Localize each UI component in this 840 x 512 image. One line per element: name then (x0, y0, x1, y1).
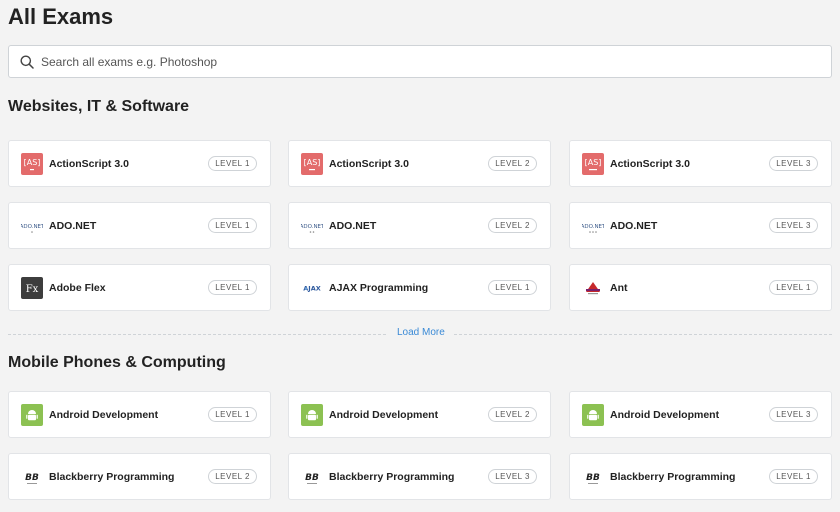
exam-card-title: ActionScript 3.0 (329, 157, 409, 170)
level-badge: LEVEL 1 (769, 469, 818, 484)
level-badge: LEVEL 2 (488, 407, 537, 422)
exam-card-title: ADO.NET (49, 219, 97, 232)
ant-logo-icon (582, 276, 604, 299)
exam-card-title: Blackberry Programming (49, 470, 175, 483)
exam-card[interactable]: AJAX AJAX Programming LEVEL 1 (288, 264, 551, 311)
level-badge: LEVEL 1 (488, 280, 537, 295)
adobe-flex-logo-icon: Fx (21, 276, 43, 299)
exam-card[interactable]: Android Development LEVEL 3 (569, 391, 832, 438)
actionscript-logo-icon: [AS] (21, 152, 43, 175)
exam-card-title: Ant (610, 281, 628, 294)
ajax-logo-icon: AJAX (301, 276, 323, 299)
exam-card-title: AJAX Programming (329, 281, 429, 294)
exam-card[interactable]: Android Development LEVEL 1 (8, 391, 271, 438)
svg-text:[AS]: [AS] (585, 158, 602, 167)
exam-card[interactable]: [AS] ActionScript 3.0 LEVEL 3 (569, 140, 832, 187)
level-badge: LEVEL 1 (208, 280, 257, 295)
section-title-mobile-phones-computing: Mobile Phones & Computing (8, 354, 226, 371)
level-badge: LEVEL 1 (208, 156, 257, 171)
svg-text:BB: BB (586, 473, 600, 483)
search-bar[interactable] (8, 45, 832, 78)
exam-card-title: ActionScript 3.0 (49, 157, 129, 170)
svg-text:ADO.NET: ADO.NET (301, 224, 323, 230)
page-title: All Exams (8, 4, 114, 29)
blackberry-logo-icon: BB (582, 465, 604, 488)
level-badge: LEVEL 3 (769, 156, 818, 171)
blackberry-logo-icon: BB (301, 465, 323, 488)
svg-text:Fx: Fx (26, 284, 39, 295)
actionscript-logo-icon: [AS] (301, 152, 323, 175)
exam-card[interactable]: Ant LEVEL 1 (569, 264, 832, 311)
load-more-link[interactable]: Load More (397, 327, 445, 338)
svg-text:ADO.NET: ADO.NET (21, 224, 43, 230)
level-badge: LEVEL 1 (208, 218, 257, 233)
exam-card[interactable]: ADO.NET ADO.NET LEVEL 2 (288, 202, 551, 249)
exam-card-title: Blackberry Programming (610, 470, 736, 483)
level-badge: LEVEL 3 (488, 469, 537, 484)
exam-card[interactable]: [AS] ActionScript 3.0 LEVEL 2 (288, 140, 551, 187)
level-badge: LEVEL 3 (769, 407, 818, 422)
svg-text:[AS]: [AS] (304, 158, 321, 167)
svg-text:[AS]: [AS] (24, 158, 41, 167)
section-title-websites-it-software: Websites, IT & Software (8, 98, 190, 115)
level-badge: LEVEL 1 (769, 280, 818, 295)
level-badge: LEVEL 1 (208, 407, 257, 422)
exam-card[interactable]: Android Development LEVEL 2 (288, 391, 551, 438)
exam-card-title: ADO.NET (610, 219, 658, 232)
level-badge: LEVEL 2 (488, 218, 537, 233)
exam-card[interactable]: BB Blackberry Programming LEVEL 1 (569, 453, 832, 500)
blackberry-logo-icon: BB (21, 465, 43, 488)
exam-card-title: Android Development (49, 408, 159, 421)
svg-text:BB: BB (305, 473, 319, 483)
android-logo-icon (21, 403, 43, 426)
level-badge: LEVEL 3 (769, 218, 818, 233)
adonet-logo-icon: ADO.NET (21, 214, 43, 237)
svg-text:BB: BB (25, 473, 39, 483)
exam-card[interactable]: ADO.NET ADO.NET LEVEL 1 (8, 202, 271, 249)
exam-card[interactable]: ADO.NET ADO.NET LEVEL 3 (569, 202, 832, 249)
adonet-logo-icon: ADO.NET (582, 214, 604, 237)
exam-card[interactable]: BB Blackberry Programming LEVEL 3 (288, 453, 551, 500)
svg-text:ADO.NET: ADO.NET (582, 224, 604, 230)
search-icon (20, 55, 34, 69)
android-logo-icon (582, 403, 604, 426)
android-logo-icon (301, 403, 323, 426)
exam-card-title: Android Development (329, 408, 439, 421)
exam-card[interactable]: [AS] ActionScript 3.0 LEVEL 1 (8, 140, 271, 187)
level-badge: LEVEL 2 (208, 469, 257, 484)
divider (454, 334, 832, 335)
divider (8, 334, 386, 335)
exam-card-title: Blackberry Programming (329, 470, 455, 483)
exam-card-title: Android Development (610, 408, 720, 421)
exam-card-title: ADO.NET (329, 219, 377, 232)
exam-card[interactable]: BB Blackberry Programming LEVEL 2 (8, 453, 271, 500)
exam-card-title: ActionScript 3.0 (610, 157, 690, 170)
exam-card[interactable]: Fx Adobe Flex LEVEL 1 (8, 264, 271, 311)
adonet-logo-icon: ADO.NET (301, 214, 323, 237)
search-input[interactable] (41, 54, 801, 69)
level-badge: LEVEL 2 (488, 156, 537, 171)
exam-card-title: Adobe Flex (49, 281, 106, 294)
actionscript-logo-icon: [AS] (582, 152, 604, 175)
load-more-row: Load More (8, 327, 832, 338)
